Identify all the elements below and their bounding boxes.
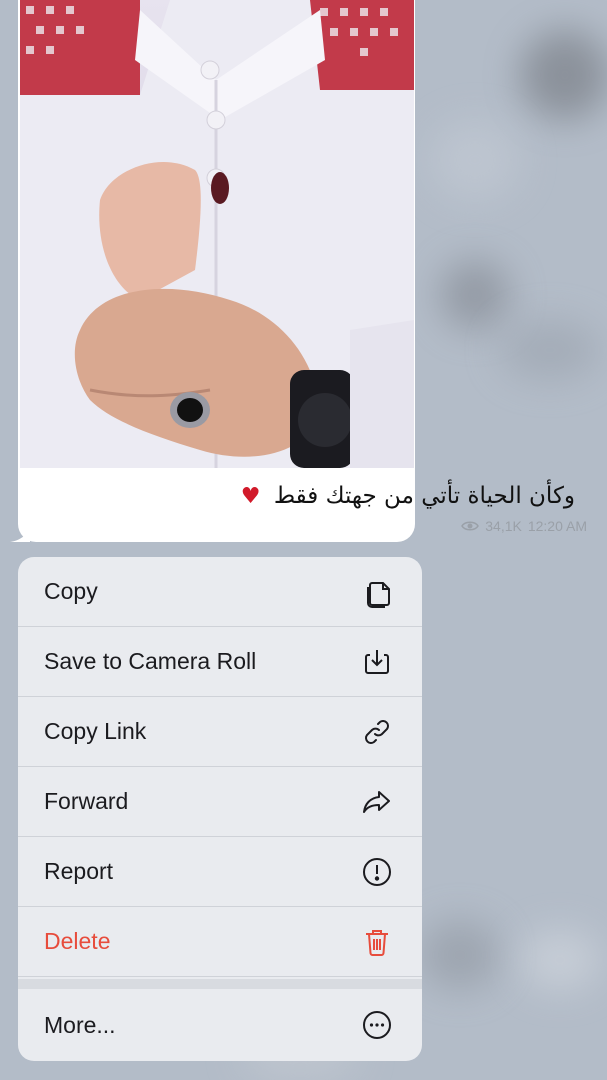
menu-item-label: Copy Link <box>44 718 147 744</box>
bubble-tail <box>10 526 30 542</box>
forward-icon <box>360 785 394 819</box>
menu-item-label: Save to Camera Roll <box>44 648 257 674</box>
link-icon <box>360 715 394 749</box>
menu-item-report[interactable]: Report <box>18 837 422 907</box>
menu-item-forward[interactable]: Forward <box>18 767 422 837</box>
copy-icon <box>360 575 394 609</box>
message-photo[interactable] <box>20 0 414 468</box>
message-meta: 34,1K 12:20 AM <box>461 516 587 536</box>
download-icon <box>360 645 394 679</box>
menu-item-label: Copy <box>44 578 98 604</box>
menu-item-delete[interactable]: Delete <box>18 907 422 977</box>
menu-item-label: Delete <box>44 928 111 954</box>
trash-icon <box>360 925 394 959</box>
context-menu: Copy Save to Camera Roll Copy Link Forwa… <box>18 557 422 1061</box>
heart-emoji: ♥ <box>240 484 261 509</box>
menu-separator <box>18 979 422 989</box>
menu-item-label: Forward <box>44 788 129 814</box>
menu-item-copy[interactable]: Copy <box>18 557 422 627</box>
menu-item-label: More... <box>44 1011 116 1038</box>
eye-icon <box>461 520 480 532</box>
menu-item-copy-link[interactable]: Copy Link <box>18 697 422 767</box>
report-icon <box>360 855 394 889</box>
menu-item-save-to-camera-roll[interactable]: Save to Camera Roll <box>18 627 422 697</box>
caption-text: وكأن الحياة تأتي من جهتك فقط <box>273 483 575 509</box>
more-icon <box>360 1008 394 1042</box>
menu-item-more[interactable]: More... <box>18 990 422 1060</box>
message-caption: وكأن الحياة تأتي من جهتك فقط ♥ <box>215 478 575 514</box>
message-time: 12:20 AM <box>527 518 587 534</box>
view-count: 34,1K <box>485 518 522 534</box>
menu-item-label: Report <box>44 858 114 884</box>
